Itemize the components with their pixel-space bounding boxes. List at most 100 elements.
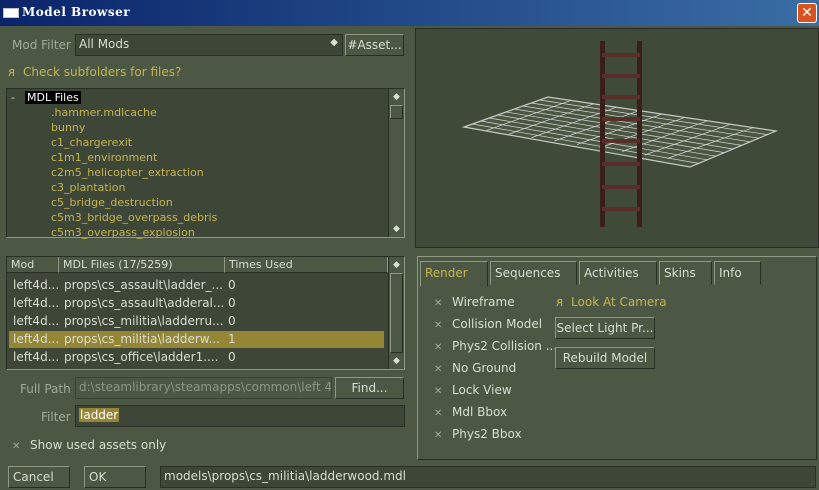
- table-row[interactable]: left4d... props\cs_assault\ladder_... 0: [9, 277, 384, 294]
- wireframe-checkbox[interactable]: ✕: [434, 298, 444, 309]
- tab-sequences[interactable]: Sequences: [490, 261, 577, 285]
- show-used-label: Show used assets only: [30, 438, 167, 452]
- title-bar: Model Browser ✕: [0, 0, 819, 26]
- cell-mod: left4d...: [13, 296, 60, 310]
- tab-render[interactable]: Render: [420, 261, 488, 287]
- cancel-button[interactable]: Cancel: [8, 466, 70, 488]
- tree-item[interactable]: c5m3_overpass_explosion: [51, 226, 195, 239]
- tree-item[interactable]: c5m3_bridge_overpass_debris: [51, 211, 217, 224]
- tab-activities[interactable]: Activities: [579, 261, 657, 285]
- phys2-collision-checkbox[interactable]: ✕: [434, 342, 444, 353]
- cell-mod: left4d...: [13, 314, 60, 328]
- filter-label: Filter: [41, 410, 71, 424]
- show-used-checkbox-row[interactable]: ✕ Show used assets only: [12, 438, 166, 452]
- full-path-field[interactable]: d:\steamlibrary\steamapps\common\left 4 …: [75, 377, 332, 399]
- dropdown-diamond-icon: ◆: [330, 37, 338, 48]
- cell-times-used: 1: [228, 332, 236, 346]
- mdl-tree[interactable]: - MDL Files .hammer.mdlcache bunny c1_cha…: [6, 88, 405, 239]
- tab-skins[interactable]: Skins: [659, 261, 712, 285]
- no-ground-option[interactable]: ✕ No Ground: [434, 361, 516, 375]
- show-used-checkbox[interactable]: ✕: [12, 441, 22, 452]
- ground-grid-outline: [461, 96, 779, 168]
- tree-collapse-toggle[interactable]: -: [11, 91, 15, 104]
- table-row[interactable]: left4d... props\cs_office\ladder1.... 0: [9, 349, 384, 366]
- mod-filter-value: All Mods: [79, 37, 130, 51]
- check-subfolders-row[interactable]: ᴙ Check subfolders for files?: [8, 65, 181, 79]
- scroll-up-diamond-icon[interactable]: ◆: [390, 90, 403, 104]
- column-header-times-used[interactable]: Times Used: [225, 257, 388, 273]
- look-at-camera-option[interactable]: ᴙ Look At Camera: [556, 295, 667, 309]
- lock-view-label: Lock View: [452, 383, 512, 397]
- lock-view-option[interactable]: ✕ Lock View: [434, 383, 512, 397]
- mdl-bbox-option[interactable]: ✕ Mdl Bbox: [434, 405, 507, 419]
- find-button[interactable]: Find...: [335, 377, 404, 399]
- scroll-thumb[interactable]: [390, 105, 403, 119]
- selected-model-path[interactable]: models\props\cs_militia\ladderwood.mdl: [160, 466, 816, 488]
- settings-tabs-panel: Render Sequences Activities Skins Info ✕…: [417, 256, 817, 460]
- rebuild-model-button[interactable]: Rebuild Model: [555, 347, 655, 369]
- cell-mod: left4d...: [13, 278, 60, 292]
- model-preview-render: [461, 41, 779, 227]
- scroll-down-diamond-icon[interactable]: ◆: [390, 222, 403, 236]
- wireframe-option[interactable]: ✕ Wireframe: [434, 295, 515, 309]
- no-ground-checkbox[interactable]: ✕: [434, 364, 444, 375]
- tree-item[interactable]: c1_chargerexit: [51, 136, 132, 149]
- cell-file: props\cs_assault\ladder_...: [64, 278, 223, 292]
- filter-input[interactable]: ladder: [75, 405, 405, 427]
- cell-file: props\cs_assault\adderal...: [64, 296, 224, 310]
- tree-root[interactable]: - MDL Files: [11, 91, 81, 104]
- table-row[interactable]: left4d... props\cs_militia\ladderru... 0: [9, 313, 384, 330]
- tree-root-label: MDL Files: [24, 91, 81, 104]
- select-light-button[interactable]: Select Light Pr...: [555, 317, 655, 339]
- table-row[interactable]: left4d... props\cs_assault\adderal... 0: [9, 295, 384, 312]
- model-browser-window: Mod Filter All Mods ◆ #Asset... ᴙ Check …: [0, 26, 819, 490]
- wireframe-label: Wireframe: [452, 295, 515, 309]
- tree-item[interactable]: bunny: [51, 121, 85, 134]
- cell-file: props\cs_militia\ladderru...: [64, 314, 224, 328]
- tree-item[interactable]: .hammer.mdlcache: [51, 106, 157, 119]
- right-pane: Render Sequences Activities Skins Info ✕…: [413, 26, 819, 464]
- table-row-selected[interactable]: left4d... props\cs_militia\ladderw... 1: [9, 331, 384, 348]
- phys2-collision-option[interactable]: ✕ Phys2 Collision ...: [434, 339, 557, 353]
- full-path-label: Full Path: [20, 382, 71, 396]
- mdl-bbox-label: Mdl Bbox: [452, 405, 508, 419]
- check-subfolders-label: Check subfolders for files?: [23, 65, 182, 79]
- tree-scrollbar[interactable]: ◆ ◆: [388, 89, 404, 237]
- phys2-collision-label: Phys2 Collision ...: [452, 339, 558, 353]
- filter-value: ladder: [79, 408, 120, 422]
- phys2-bbox-checkbox[interactable]: ✕: [434, 430, 444, 441]
- phys2-bbox-option[interactable]: ✕ Phys2 Bbox: [434, 427, 522, 441]
- tree-item[interactable]: c1m1_environment: [51, 151, 157, 164]
- tab-info[interactable]: Info: [714, 261, 761, 285]
- check-subfolders-icon: ᴙ: [8, 65, 16, 79]
- collision-model-option[interactable]: ✕ Collision Model: [434, 317, 542, 331]
- bottom-bar: Cancel OK models\props\cs_militia\ladder…: [0, 464, 819, 490]
- phys2-bbox-label: Phys2 Bbox: [452, 427, 522, 441]
- mdl-bbox-checkbox[interactable]: ✕: [434, 408, 444, 419]
- collision-model-checkbox[interactable]: ✕: [434, 320, 444, 331]
- tree-item[interactable]: c5_bridge_destruction: [51, 196, 173, 209]
- tree-item[interactable]: c2m5_helicopter_extraction: [51, 166, 204, 179]
- lock-view-checkbox[interactable]: ✕: [434, 386, 444, 397]
- scroll-down-diamond-icon[interactable]: ◆: [390, 354, 403, 368]
- cell-file: props\cs_militia\ladderw...: [64, 332, 220, 346]
- scroll-thumb[interactable]: [390, 273, 403, 353]
- asset-button[interactable]: #Asset...: [345, 34, 404, 56]
- cell-times-used: 0: [228, 350, 236, 364]
- model-preview-viewport[interactable]: [415, 28, 819, 248]
- column-header-mdl-files[interactable]: MDL Files (17/5259): [59, 257, 225, 273]
- cell-times-used: 0: [228, 296, 236, 310]
- mod-filter-combobox[interactable]: All Mods ◆: [75, 34, 343, 56]
- model-list[interactable]: Mod MDL Files (17/5259) Times Used left4…: [6, 256, 405, 370]
- ok-button[interactable]: OK: [84, 466, 146, 488]
- left-pane: Mod Filter All Mods ◆ #Asset... ᴙ Check …: [0, 26, 413, 464]
- list-scrollbar[interactable]: ◆ ◆: [388, 257, 404, 369]
- column-header-mod[interactable]: Mod: [7, 257, 59, 273]
- cell-mod: left4d...: [13, 350, 60, 364]
- no-ground-label: No Ground: [452, 361, 517, 375]
- close-button[interactable]: ✕: [797, 3, 817, 23]
- tree-item[interactable]: c3_plantation: [51, 181, 125, 194]
- scroll-up-diamond-icon[interactable]: ◆: [390, 258, 403, 272]
- cell-mod: left4d...: [13, 332, 60, 346]
- cell-times-used: 0: [228, 278, 236, 292]
